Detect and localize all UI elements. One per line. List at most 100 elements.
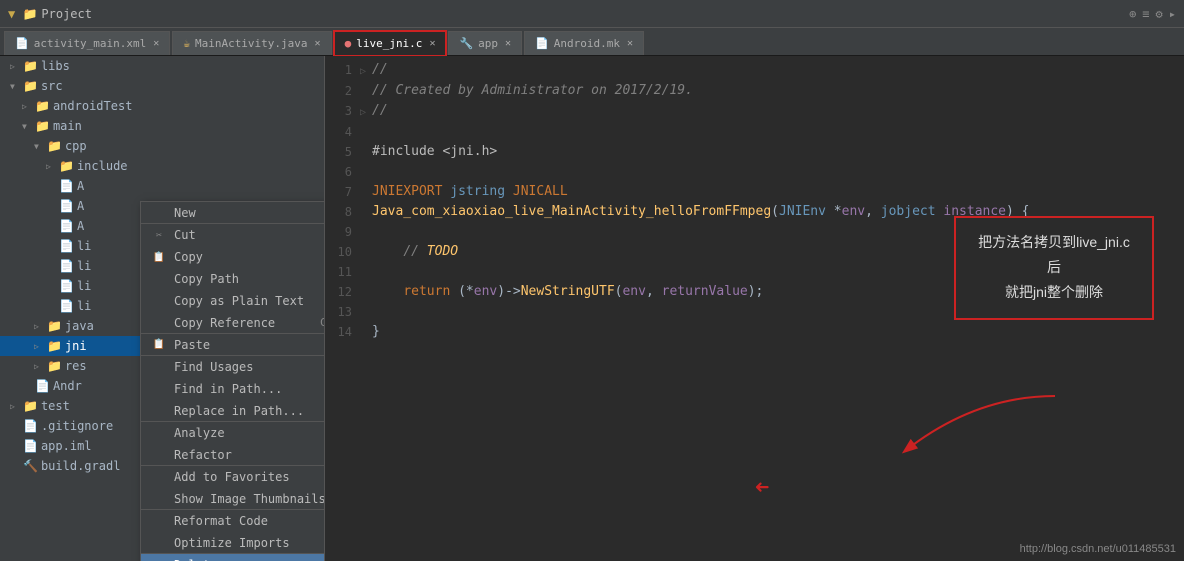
- code-line-6: 6: [325, 162, 1184, 182]
- tab-close-jni[interactable]: ✕: [429, 38, 435, 49]
- item-label: cpp: [65, 139, 87, 153]
- folder-icon: 📁: [35, 99, 50, 113]
- item-label: li: [77, 279, 91, 293]
- tab-close-mk[interactable]: ✕: [627, 38, 633, 49]
- annotation-box: 把方法名拷贝到live_jni.c后 就把jni整个删除: [954, 216, 1154, 320]
- tab-close-app[interactable]: ✕: [505, 38, 511, 49]
- folder-icon: 📁: [47, 319, 62, 333]
- toolbar-icon-4[interactable]: ▸: [1169, 7, 1176, 21]
- menu-item-analyze[interactable]: Analyze ▶: [141, 422, 325, 444]
- tab-close-activity[interactable]: ✕: [153, 38, 159, 49]
- sidebar-item-androidtest[interactable]: ▷ 📁 androidTest: [0, 96, 324, 116]
- item-label: libs: [41, 59, 70, 73]
- tab-label-jni: live_jni.c: [356, 37, 422, 50]
- tab-app[interactable]: 🔧 app ✕: [448, 31, 522, 55]
- annotation-arrow-svg: [825, 386, 1075, 466]
- item-label: main: [53, 119, 82, 133]
- sidebar: ▷ 📁 libs ▼ 📁 src ▷ 📁 androidTest ▼ 📁 mai…: [0, 56, 325, 561]
- folder-icon: 📁: [23, 59, 38, 73]
- menu-item-add-favorites[interactable]: Add to Favorites: [141, 466, 325, 488]
- item-label: li: [77, 239, 91, 253]
- sidebar-item-main[interactable]: ▼ 📁 main: [0, 116, 324, 136]
- tab-label-activity: activity_main.xml: [34, 37, 147, 50]
- arrow-icon: ▷: [34, 322, 44, 331]
- code-line-14: 14 }: [325, 322, 1184, 342]
- context-menu: New ▶ ✂ Cut Ctrl+X 📋 Copy Ctrl+C: [140, 201, 325, 561]
- arrow-icon: ▼: [10, 82, 20, 91]
- code-line-7: 7 JNIEXPORT jstring JNICALL: [325, 182, 1184, 202]
- menu-label-show-thumbnails: Show Image Thumbnails: [174, 492, 325, 506]
- menu-item-replace-path[interactable]: Replace in Path... Ctrl+Shift+R: [141, 400, 325, 422]
- main-layout: ▷ 📁 libs ▼ 📁 src ▷ 📁 androidTest ▼ 📁 mai…: [0, 56, 1184, 561]
- folder-icon: 📁: [47, 139, 62, 153]
- file-icon: 📄: [23, 439, 38, 453]
- code-line-2: 2 // Created by Administrator on 2017/2/…: [325, 81, 1184, 101]
- tab-android-mk[interactable]: 📄 Android.mk ✕: [524, 31, 644, 55]
- arrow-icon: ▷: [22, 102, 32, 111]
- menu-label-paste: Paste: [174, 338, 210, 352]
- menu-label-copy-plain: Copy as Plain Text: [174, 294, 304, 308]
- tab-live-jni[interactable]: ● live_jni.c ✕: [334, 31, 447, 55]
- watermark: http://blog.csdn.net/u011485531: [1020, 543, 1176, 555]
- menu-item-cut[interactable]: ✂ Cut Ctrl+X: [141, 224, 325, 246]
- menu-icon-copy: 📋: [149, 252, 169, 263]
- menu-icon-paste: 📋: [149, 339, 169, 350]
- toolbar-icon-2[interactable]: ≡: [1142, 7, 1149, 21]
- menu-item-paste[interactable]: 📋 Paste Ctrl+V: [141, 334, 325, 356]
- menu-label-new: New: [174, 206, 196, 220]
- tab-mainactivity[interactable]: ☕ MainActivity.java ✕: [172, 31, 331, 55]
- menu-item-delete[interactable]: Delete... Delete: [141, 554, 325, 561]
- menu-item-find-path[interactable]: Find in Path... Ctrl+Shift+F: [141, 378, 325, 400]
- file-icon: 📄: [59, 219, 74, 233]
- file-icon: 📄: [59, 199, 74, 213]
- sidebar-item-libs[interactable]: ▷ 📁 libs: [0, 56, 324, 76]
- menu-item-copy[interactable]: 📋 Copy Ctrl+C: [141, 246, 325, 268]
- item-label: A: [77, 199, 84, 213]
- item-label: app.iml: [41, 439, 92, 453]
- tab-label-main: MainActivity.java: [195, 37, 308, 50]
- title-bar-label: Project: [41, 7, 92, 21]
- file-icon: 📄: [35, 379, 50, 393]
- menu-item-refactor[interactable]: Refactor ▶: [141, 444, 325, 466]
- arrow-icon: ▷: [10, 402, 20, 411]
- sidebar-item-include[interactable]: ▷ 📁 include: [0, 156, 324, 176]
- sidebar-item-cpp[interactable]: ▼ 📁 cpp: [0, 136, 324, 156]
- editor-area[interactable]: 1 ▷ // 2 // Created by Administrator on …: [325, 56, 1184, 561]
- menu-label-copy: Copy: [174, 250, 203, 264]
- menu-item-optimize[interactable]: Optimize Imports Ctrl+Alt+O: [141, 532, 325, 554]
- toolbar-icon-3[interactable]: ⚙: [1156, 7, 1163, 21]
- menu-item-copy-ref[interactable]: Copy Reference Ctrl+Alt+Shift+C: [141, 312, 325, 334]
- menu-item-reformat[interactable]: Reformat Code Ctrl+Alt+L: [141, 510, 325, 532]
- menu-label-analyze: Analyze: [174, 426, 225, 440]
- sidebar-item-a1[interactable]: 📄 A: [0, 176, 324, 196]
- tab-label-mk: Android.mk: [554, 37, 620, 50]
- menu-item-copy-path[interactable]: Copy Path Ctrl+Shift+C: [141, 268, 325, 290]
- menu-item-find-usages[interactable]: Find Usages Alt+F7: [141, 356, 325, 378]
- folder-icon: 📁: [35, 119, 50, 133]
- folder-icon: 📁: [47, 339, 62, 353]
- item-label: java: [65, 319, 94, 333]
- item-label: A: [77, 179, 84, 193]
- code-line-3: 3 ▷ //: [325, 101, 1184, 122]
- sidebar-item-src[interactable]: ▼ 📁 src: [0, 76, 324, 96]
- menu-label-find-path: Find in Path...: [174, 382, 282, 396]
- item-label: src: [41, 79, 63, 93]
- menu-item-show-thumbnails[interactable]: Show Image Thumbnails Ctrl+Shift+T: [141, 488, 325, 510]
- tabs-bar: 📄 activity_main.xml ✕ ☕ MainActivity.jav…: [0, 28, 1184, 56]
- annotation-line2: 就把jni整个删除: [972, 280, 1136, 305]
- toolbar-icon-1[interactable]: ⊕: [1129, 7, 1136, 21]
- arrow-icon: ▷: [46, 162, 56, 171]
- menu-icon-cut: ✂: [149, 230, 169, 241]
- tab-activity-main[interactable]: 📄 activity_main.xml ✕: [4, 31, 170, 55]
- item-label: A: [77, 219, 84, 233]
- annotation-arrow: ➜: [755, 473, 769, 501]
- file-icon: 📄: [23, 419, 38, 433]
- menu-label-refactor: Refactor: [174, 448, 232, 462]
- tab-label-app: app: [478, 37, 498, 50]
- menu-item-copy-plain[interactable]: Copy as Plain Text: [141, 290, 325, 312]
- tab-close-main[interactable]: ✕: [315, 38, 321, 49]
- menu-label-copy-path: Copy Path: [174, 272, 239, 286]
- menu-item-new[interactable]: New ▶: [141, 202, 325, 224]
- title-bar-controls: ⊕ ≡ ⚙ ▸: [1129, 7, 1176, 21]
- item-label: build.gradl: [41, 459, 120, 473]
